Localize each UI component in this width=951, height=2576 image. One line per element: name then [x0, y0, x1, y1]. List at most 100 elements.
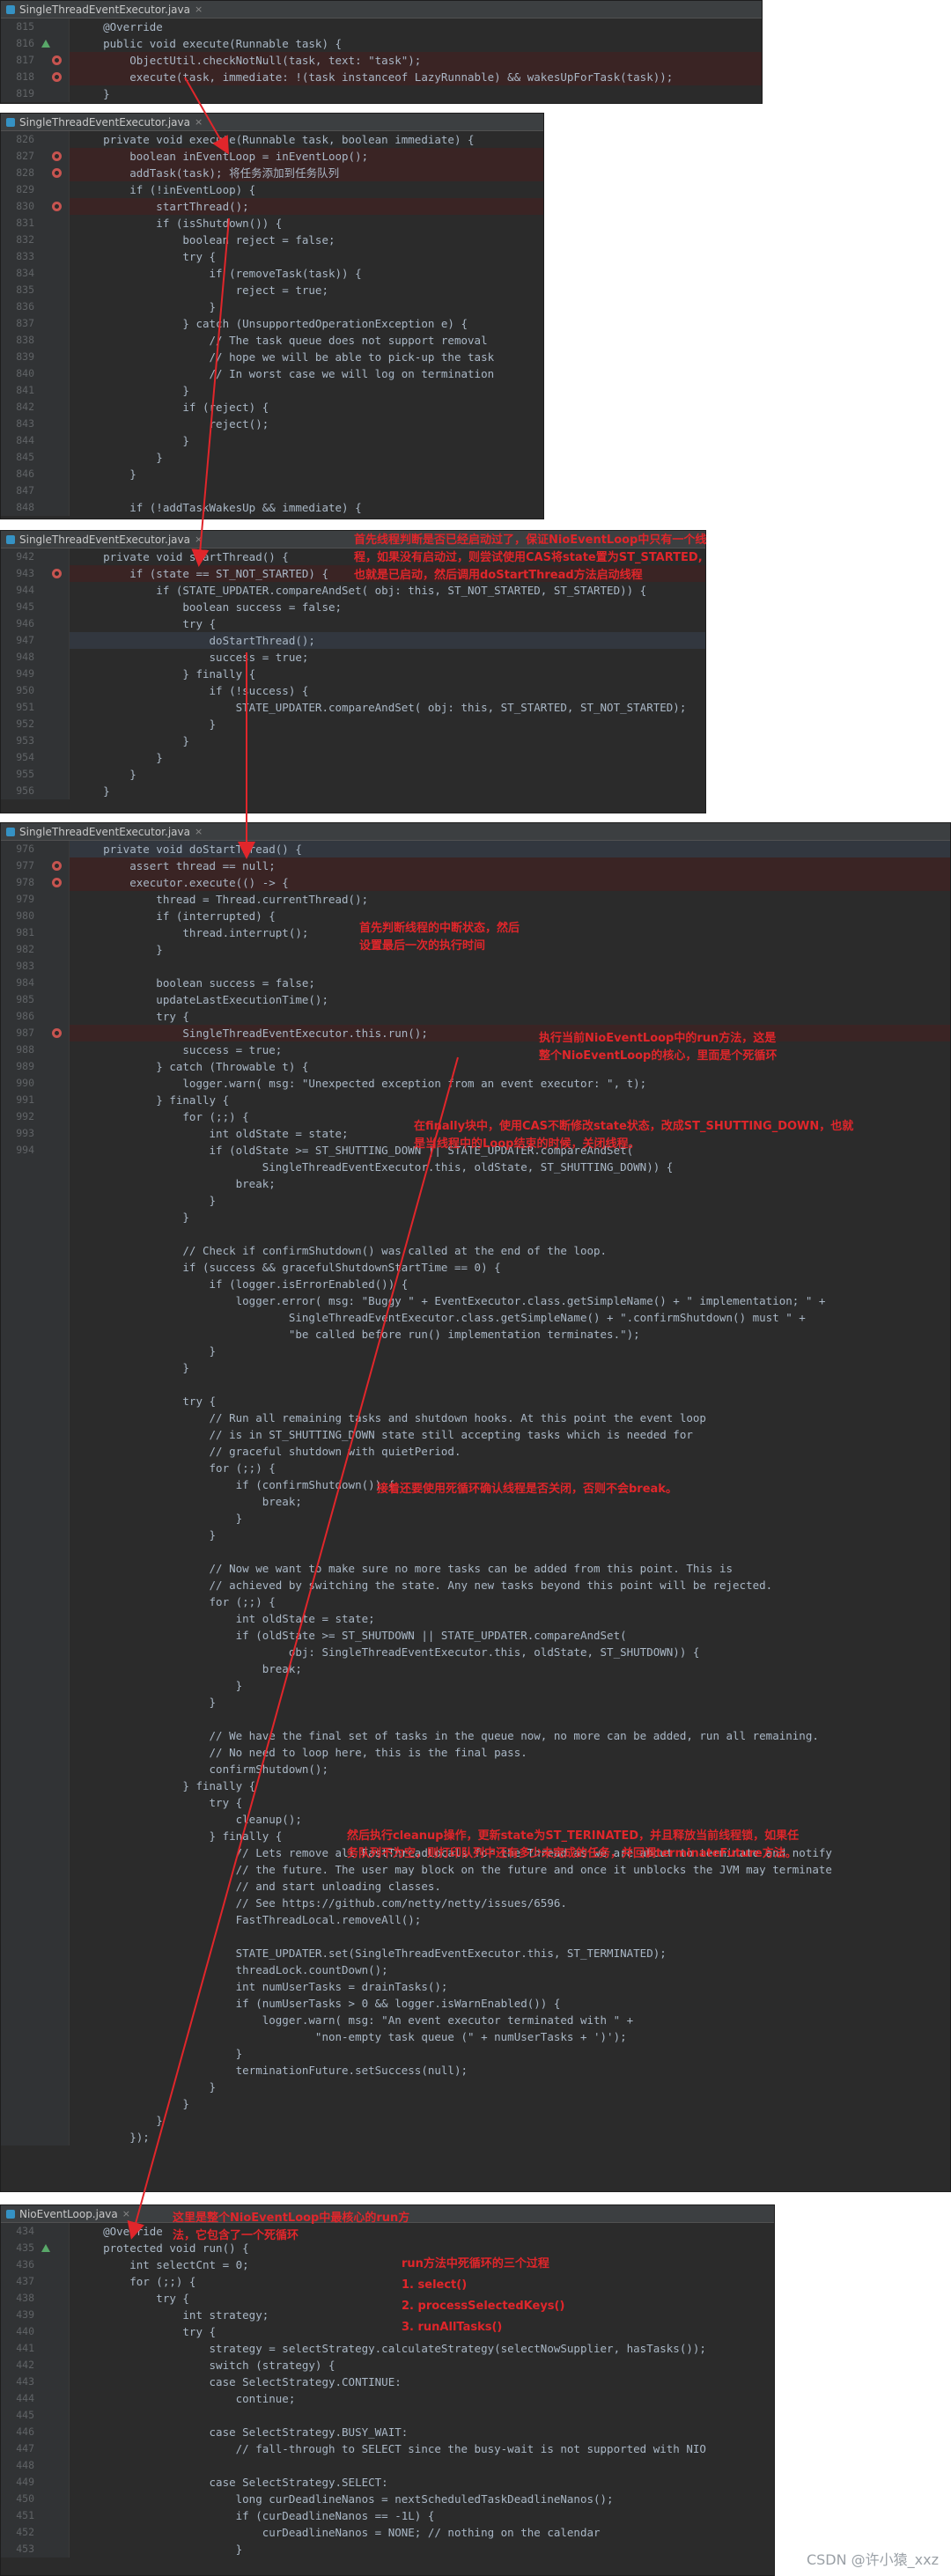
gutter-marker[interactable] [38, 2323, 70, 2340]
gutter-marker[interactable] [38, 131, 70, 148]
gutter-marker[interactable] [38, 1460, 70, 1476]
gutter-marker[interactable] [38, 1677, 70, 1694]
code-area[interactable]: 434 @Override 435 protected void run() {4… [1, 2223, 774, 2558]
gutter-marker[interactable] [38, 1259, 70, 1276]
gutter-marker[interactable] [38, 1476, 70, 1493]
gutter-marker[interactable] [38, 2079, 70, 2095]
gutter-marker[interactable] [38, 349, 70, 365]
close-tab-icon[interactable]: × [122, 2208, 130, 2219]
gutter-marker[interactable] [38, 1108, 70, 1125]
breakpoint-icon[interactable] [38, 874, 70, 891]
gutter-marker[interactable] [38, 1828, 70, 1844]
close-tab-icon[interactable]: × [195, 4, 203, 15]
gutter-marker[interactable] [38, 1008, 70, 1025]
gutter-marker[interactable] [38, 1326, 70, 1343]
gutter-marker[interactable] [38, 1192, 70, 1209]
gutter-marker[interactable] [38, 1945, 70, 1961]
gutter-marker[interactable] [38, 2507, 70, 2524]
gutter-marker[interactable] [38, 215, 70, 232]
gutter-marker[interactable] [38, 2062, 70, 2079]
override-icon[interactable] [38, 2240, 70, 2256]
gutter-marker[interactable] [38, 2407, 70, 2424]
gutter-marker[interactable] [38, 2374, 70, 2390]
gutter-marker[interactable] [38, 232, 70, 248]
gutter-marker[interactable] [38, 416, 70, 432]
gutter-marker[interactable] [38, 1861, 70, 1878]
gutter-marker[interactable] [38, 1560, 70, 1577]
close-tab-icon[interactable]: × [195, 534, 203, 545]
gutter-marker[interactable] [38, 1209, 70, 1225]
gutter-marker[interactable] [38, 248, 70, 265]
gutter-marker[interactable] [38, 18, 70, 35]
gutter-marker[interactable] [38, 699, 70, 716]
breakpoint-icon[interactable] [38, 857, 70, 874]
gutter-marker[interactable] [38, 1159, 70, 1175]
gutter-marker[interactable] [38, 1242, 70, 1259]
gutter-marker[interactable] [38, 841, 70, 857]
gutter-marker[interactable] [38, 1961, 70, 1978]
gutter-marker[interactable] [38, 1359, 70, 1376]
gutter-marker[interactable] [38, 666, 70, 682]
gutter-marker[interactable] [38, 382, 70, 399]
gutter-marker[interactable] [38, 2340, 70, 2357]
gutter-marker[interactable] [38, 1443, 70, 1460]
gutter-marker[interactable] [38, 783, 70, 799]
gutter-marker[interactable] [38, 1175, 70, 1192]
gutter-marker[interactable] [38, 1577, 70, 1593]
gutter-marker[interactable] [38, 1292, 70, 1309]
gutter-marker[interactable] [38, 682, 70, 699]
gutter-marker[interactable] [38, 2357, 70, 2374]
gutter-marker[interactable] [38, 1711, 70, 1727]
gutter-marker[interactable] [38, 1309, 70, 1326]
breakpoint-icon[interactable] [38, 565, 70, 582]
breakpoint-icon[interactable] [38, 69, 70, 85]
gutter-marker[interactable] [38, 2474, 70, 2491]
gutter-marker[interactable] [38, 449, 70, 466]
gutter-marker[interactable] [38, 2390, 70, 2407]
override-icon[interactable] [38, 35, 70, 52]
gutter-marker[interactable] [38, 582, 70, 599]
gutter-marker[interactable] [38, 2290, 70, 2307]
gutter-marker[interactable] [38, 1878, 70, 1895]
gutter-marker[interactable] [38, 265, 70, 282]
gutter-marker[interactable] [38, 615, 70, 632]
gutter-marker[interactable] [38, 181, 70, 198]
gutter-marker[interactable] [38, 1811, 70, 1828]
close-tab-icon[interactable]: × [195, 826, 203, 837]
gutter-marker[interactable] [38, 1727, 70, 1744]
gutter-marker[interactable] [38, 2457, 70, 2474]
gutter-marker[interactable] [38, 732, 70, 749]
gutter-marker[interactable] [38, 1895, 70, 1911]
code-area[interactable]: 815 @Override 816 public void execute(Run… [1, 18, 762, 102]
gutter-marker[interactable] [38, 1777, 70, 1794]
gutter-marker[interactable] [38, 282, 70, 298]
code-area[interactable]: 942 private void startThread() {943 if (… [1, 548, 705, 799]
gutter-marker[interactable] [38, 2307, 70, 2323]
file-tab[interactable]: SingleThreadEventExecutor.java × [1, 114, 543, 131]
gutter-marker[interactable] [38, 365, 70, 382]
gutter-marker[interactable] [38, 2256, 70, 2273]
gutter-marker[interactable] [38, 2440, 70, 2457]
gutter-marker[interactable] [38, 1276, 70, 1292]
gutter-marker[interactable] [38, 941, 70, 958]
gutter-marker[interactable] [38, 1376, 70, 1393]
gutter-marker[interactable] [38, 1794, 70, 1811]
gutter-marker[interactable] [38, 2424, 70, 2440]
gutter-marker[interactable] [38, 2223, 70, 2240]
gutter-marker[interactable] [38, 298, 70, 315]
gutter-marker[interactable] [38, 1075, 70, 1092]
gutter-marker[interactable] [38, 891, 70, 908]
gutter-marker[interactable] [38, 1426, 70, 1443]
gutter-marker[interactable] [38, 1978, 70, 1995]
gutter-marker[interactable] [38, 1092, 70, 1108]
gutter-marker[interactable] [38, 975, 70, 991]
gutter-marker[interactable] [38, 1409, 70, 1426]
gutter-marker[interactable] [38, 749, 70, 766]
gutter-marker[interactable] [38, 2491, 70, 2507]
gutter-marker[interactable] [38, 2524, 70, 2541]
gutter-marker[interactable] [38, 991, 70, 1008]
gutter-marker[interactable] [38, 2129, 70, 2145]
gutter-marker[interactable] [38, 599, 70, 615]
gutter-marker[interactable] [38, 1761, 70, 1777]
file-tab[interactable]: SingleThreadEventExecutor.java × [1, 1, 762, 18]
